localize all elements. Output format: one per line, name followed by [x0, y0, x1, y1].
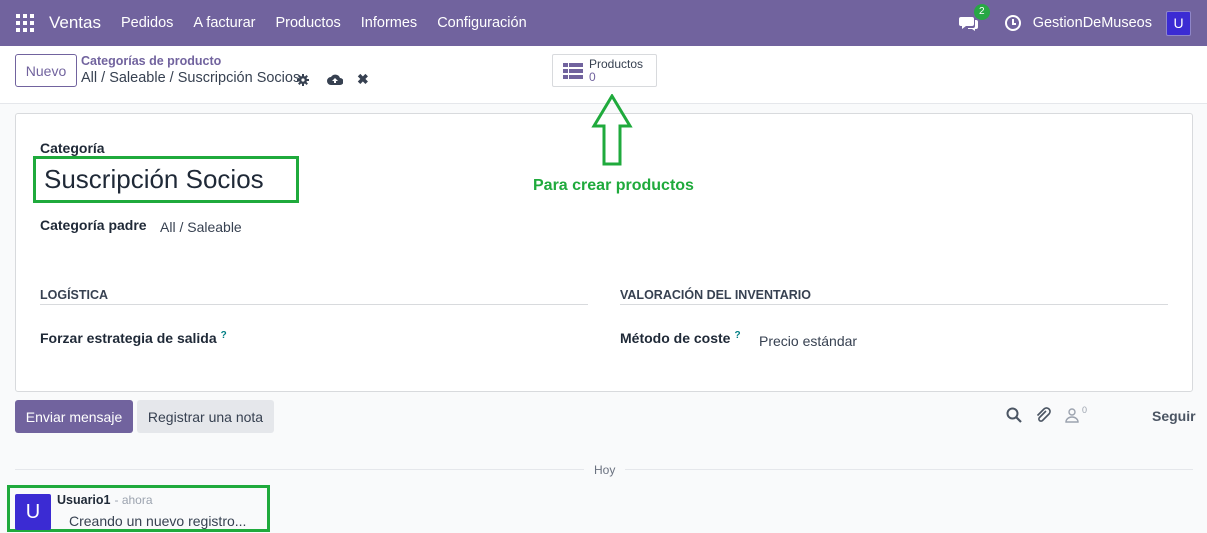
smart-button-count: 0 [589, 69, 596, 84]
category-label: Categoría [40, 140, 105, 156]
record-actions: ✖ [297, 71, 369, 88]
paperclip-icon[interactable] [1035, 407, 1051, 423]
message-body: Creando un nuevo registro... [69, 513, 247, 529]
message-time: - ahora [114, 493, 153, 507]
gear-icon[interactable] [297, 73, 309, 86]
followers-icon[interactable] [1064, 407, 1080, 423]
followers-count: 0 [1082, 405, 1088, 415]
breadcrumb-current: All / Saleable / Suscripción Socios [81, 70, 301, 86]
app-brand[interactable]: Ventas [49, 13, 101, 33]
help-icon[interactable]: ? [734, 330, 740, 341]
apps-grid-icon[interactable] [16, 14, 36, 32]
send-message-button[interactable]: Enviar mensaje [15, 400, 133, 433]
menu-item-productos[interactable]: Productos [265, 15, 350, 31]
menu-item-pedidos[interactable]: Pedidos [111, 15, 183, 31]
annotation-text: Para crear productos [533, 177, 694, 194]
chat-icon[interactable]: 2 [958, 4, 990, 32]
log-note-button[interactable]: Registrar una nota [137, 400, 274, 433]
company-name[interactable]: GestionDeMuseos [1033, 15, 1152, 31]
logistics-section-title: LOGÍSTICA [40, 288, 109, 302]
chatter-toolbar [1006, 407, 1093, 423]
user-avatar[interactable]: U [1166, 10, 1191, 36]
date-separator-line [15, 469, 584, 470]
top-navbar: Ventas Pedidos A facturar Productos Info… [0, 0, 1207, 46]
save-cloud-icon[interactable] [327, 73, 343, 86]
main-menu: Pedidos A facturar Productos Informes Co… [111, 15, 537, 31]
messages-badge: 2 [973, 4, 990, 20]
date-separator-label: Hoy [594, 463, 616, 477]
menu-item-informes[interactable]: Informes [351, 15, 427, 31]
search-icon[interactable] [1006, 407, 1022, 423]
breadcrumb-parent[interactable]: Categorías de producto [81, 54, 221, 68]
menu-item-a-facturar[interactable]: A facturar [183, 15, 265, 31]
products-smart-button[interactable]: Productos 0 [552, 54, 657, 87]
navbar-systray: 2 GestionDeMuseos U [958, 0, 1191, 46]
date-separator-line [625, 469, 1193, 470]
category-name-field[interactable]: Suscripción Socios [44, 164, 264, 195]
new-button[interactable]: Nuevo [15, 54, 77, 87]
valuation-section-title: VALORACIÓN DEL INVENTARIO [620, 288, 811, 302]
smart-button-label: Productos [589, 56, 644, 71]
list-icon [563, 62, 583, 79]
menu-item-configuracion[interactable]: Configuración [427, 15, 536, 31]
clock-icon[interactable] [1004, 15, 1021, 31]
removal-strategy-label: Forzar estrategia de salida? [40, 330, 227, 346]
cost-method-field[interactable]: Precio estándar [759, 333, 857, 349]
annotation-arrow-icon [591, 94, 633, 166]
message-author: Usuario1- ahora [57, 493, 153, 507]
parent-category-field[interactable]: All / Saleable [160, 219, 242, 235]
help-icon[interactable]: ? [221, 330, 227, 341]
discard-icon[interactable]: ✖ [357, 71, 369, 88]
follow-button[interactable]: Seguir [1152, 408, 1196, 424]
cost-method-label: Método de coste? [620, 330, 741, 346]
valuation-divider [620, 304, 1168, 305]
logistics-divider [40, 304, 588, 305]
parent-category-label: Categoría padre [40, 217, 147, 233]
avatar[interactable]: U [15, 494, 51, 530]
